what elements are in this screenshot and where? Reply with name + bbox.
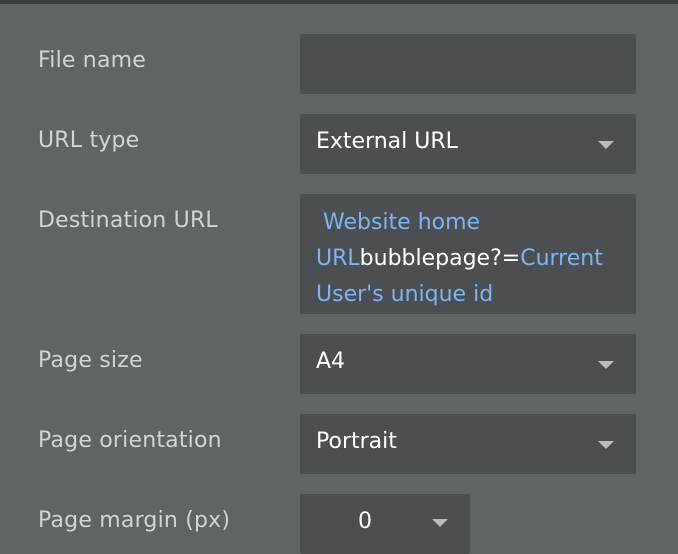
file-name-input[interactable] xyxy=(300,34,636,94)
page-margin-input[interactable]: 0 xyxy=(300,494,470,554)
page-size-value: A4 xyxy=(316,349,346,374)
page-orientation-dropdown[interactable]: Portrait xyxy=(300,414,636,474)
chevron-down-icon xyxy=(598,141,614,149)
destination-url-label: Destination URL xyxy=(38,208,218,233)
url-type-value: External URL xyxy=(316,129,458,154)
destination-url-input[interactable]: Website home URLbubblepage?=Current User… xyxy=(300,194,636,314)
url-type-label: URL type xyxy=(38,128,140,153)
url-type-row: URL type External URL xyxy=(0,114,678,174)
page-size-label: Page size xyxy=(38,348,143,373)
file-name-row: File name xyxy=(0,34,678,94)
page-orientation-value: Portrait xyxy=(316,429,397,454)
chevron-down-icon xyxy=(598,441,614,449)
chevron-down-icon xyxy=(598,361,614,369)
url-type-dropdown[interactable]: External URL xyxy=(300,114,636,174)
page-margin-label: Page margin (px) xyxy=(38,508,231,533)
static-text-bubblepage: bubblepage?= xyxy=(359,246,521,271)
destination-url-expression: Website home URLbubblepage?=Current User… xyxy=(316,205,622,313)
panel-top-border xyxy=(0,0,678,4)
page-orientation-row: Page orientation Portrait xyxy=(0,414,678,474)
page-size-dropdown[interactable]: A4 xyxy=(300,334,636,394)
page-margin-value: 0 xyxy=(358,509,372,534)
page-size-row: Page size A4 xyxy=(0,334,678,394)
page-orientation-label: Page orientation xyxy=(38,428,222,453)
file-name-label: File name xyxy=(38,48,146,73)
destination-url-row: Destination URL Website home URLbubblepa… xyxy=(0,194,678,314)
